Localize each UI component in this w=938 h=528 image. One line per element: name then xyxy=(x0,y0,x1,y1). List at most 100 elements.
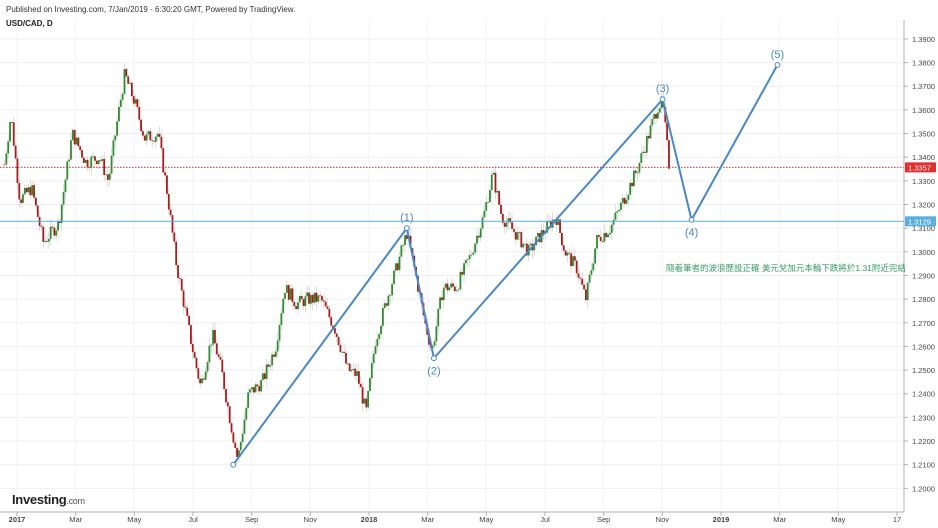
wave-annotation: 隨着筆者的波浪歷設正確 美元兌加元本輪下跌將於1.31附近完結 xyxy=(666,263,906,273)
price-tick-label: 1.3800 xyxy=(912,59,935,68)
candle-body xyxy=(614,212,617,220)
candle-body xyxy=(522,243,525,248)
candle-body xyxy=(603,232,606,242)
candle-body xyxy=(282,298,285,314)
candle-body xyxy=(472,252,475,255)
candle-body xyxy=(154,136,157,142)
candle-body xyxy=(22,194,24,203)
candle-body xyxy=(572,256,574,267)
candle-body xyxy=(333,328,336,334)
price-tick-label: 1.3200 xyxy=(912,201,935,210)
candle-body xyxy=(557,219,560,225)
candle-body xyxy=(267,364,270,367)
candle-body xyxy=(433,341,436,346)
wave-point xyxy=(403,225,410,232)
price-tick-label: 1.2000 xyxy=(912,484,935,493)
candle-body xyxy=(287,285,290,300)
candle-body xyxy=(136,99,139,108)
candle-body xyxy=(647,136,650,139)
candle-body xyxy=(398,256,401,271)
candle-body xyxy=(262,373,264,381)
candle-body xyxy=(79,146,82,151)
candle-body xyxy=(302,299,305,307)
candle-body xyxy=(476,235,478,244)
candle-body xyxy=(71,129,74,141)
candle-body xyxy=(573,256,576,261)
candle-body xyxy=(644,151,646,153)
candle-body xyxy=(33,185,35,198)
candle-body xyxy=(278,325,281,341)
time-tick-label: Jul xyxy=(188,515,198,524)
candle-body xyxy=(245,407,248,420)
candle-body xyxy=(465,260,467,264)
candle-body xyxy=(400,245,403,257)
wave-label: (2) xyxy=(427,365,440,377)
candle-body xyxy=(298,296,301,303)
candle-body xyxy=(47,238,50,242)
candle-body xyxy=(289,288,292,300)
candle-body xyxy=(442,287,445,301)
candle-body xyxy=(300,296,303,300)
price-tick-label: 1.3500 xyxy=(912,130,935,139)
candle-body xyxy=(167,193,170,210)
candle-body xyxy=(632,170,635,187)
candle-body xyxy=(477,235,480,238)
candle-body xyxy=(577,273,580,278)
candle-body xyxy=(494,172,497,193)
candle-body xyxy=(322,300,325,302)
wave-point xyxy=(659,96,666,103)
price-tick-label: 1.3000 xyxy=(912,248,935,257)
candle-body xyxy=(354,368,357,376)
candle-body xyxy=(70,140,72,160)
candle-body xyxy=(273,354,275,357)
candle-body xyxy=(658,108,661,113)
candle-body xyxy=(513,228,515,232)
price-tick-label: 1.3400 xyxy=(912,153,935,162)
candle-body xyxy=(304,296,307,307)
candle-body xyxy=(450,283,453,288)
candle-body xyxy=(260,380,262,392)
time-tick-label: May xyxy=(127,515,141,524)
price-tick-label: 1.2900 xyxy=(912,271,935,280)
candle-body xyxy=(367,391,370,408)
candle-body xyxy=(44,240,47,242)
price-tick-label: 1.2600 xyxy=(912,342,935,351)
candle-body xyxy=(585,289,587,301)
candle-body xyxy=(239,442,242,451)
candle-body xyxy=(46,240,48,242)
candle-body xyxy=(381,308,384,326)
candle-body xyxy=(62,192,65,205)
usdcad-chart: (1) (2) (3) (4) (5) 1.2000 1.2100 1.2200 1.2300… xyxy=(0,0,938,528)
candle-body xyxy=(64,179,67,193)
candle-body xyxy=(160,136,163,149)
time-tick-label: Jul xyxy=(540,515,550,524)
candle-body xyxy=(215,343,218,355)
candle-body xyxy=(269,365,272,367)
candle-body xyxy=(581,278,584,285)
price-tick-label: 1.2200 xyxy=(912,437,935,446)
candle-body xyxy=(492,172,495,175)
candle-body xyxy=(346,363,349,365)
candle-body xyxy=(252,387,255,393)
candle-body xyxy=(232,432,235,443)
candle-body xyxy=(496,190,499,193)
candle-body xyxy=(389,295,392,296)
candle-body xyxy=(226,402,229,407)
candle-body xyxy=(452,283,454,287)
candle-body xyxy=(199,378,202,384)
candle-body xyxy=(339,344,342,352)
candle-body xyxy=(306,292,309,297)
candle-body xyxy=(16,158,19,184)
candle-body xyxy=(636,172,639,174)
candle-body xyxy=(612,219,615,225)
candle-body xyxy=(208,345,211,363)
candle-body xyxy=(391,284,394,296)
candle-body xyxy=(605,232,608,238)
candle-body xyxy=(182,290,185,307)
candle-body xyxy=(230,423,233,433)
time-tick-label: Nov xyxy=(656,515,670,524)
candle-body xyxy=(324,301,327,307)
candle-body xyxy=(594,248,597,264)
candle-body xyxy=(92,156,95,158)
candle-body xyxy=(311,294,314,303)
